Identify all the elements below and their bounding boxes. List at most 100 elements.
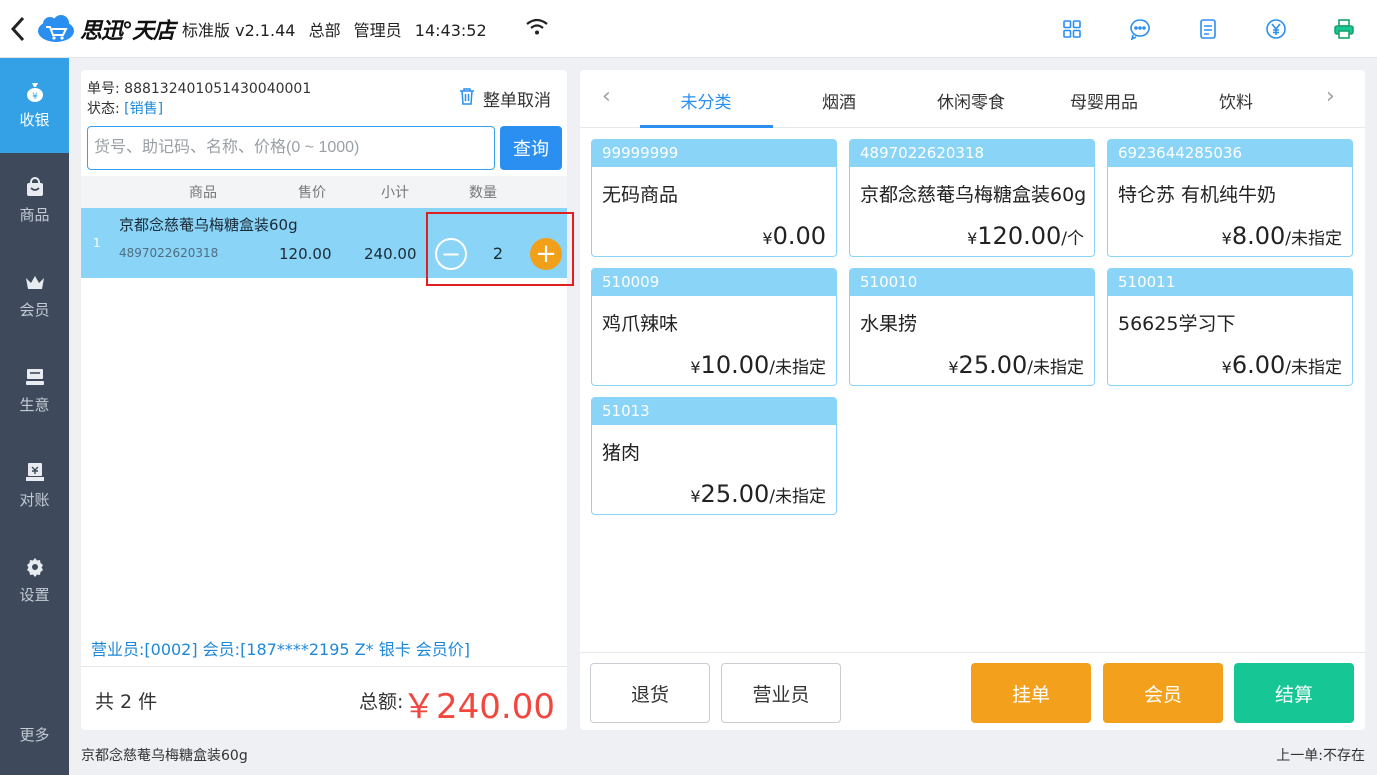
clock: 14:43:52 bbox=[414, 20, 487, 40]
search-row: 查询 bbox=[81, 126, 567, 170]
sidebar: ¥ 收银 商品 会员 生意 对账 设置 更多 bbox=[0, 58, 69, 775]
sidebar-item-members[interactable]: 会员 bbox=[0, 248, 69, 343]
product-price: ¥0.00 bbox=[762, 222, 826, 250]
sidebar-item-products[interactable]: 商品 bbox=[0, 153, 69, 248]
col-price: 售价 bbox=[298, 185, 326, 201]
yen-icon[interactable] bbox=[1265, 18, 1287, 40]
brand-name: 思迅°天店 bbox=[80, 18, 175, 44]
product-card[interactable]: 99999999 无码商品 ¥0.00 bbox=[591, 139, 837, 257]
total-amount: ￥240.00 bbox=[402, 687, 555, 727]
hold-order-button[interactable]: 挂单 bbox=[971, 663, 1091, 723]
member-button[interactable]: 会员 bbox=[1103, 663, 1223, 723]
role-label: 管理员 bbox=[353, 20, 402, 40]
product-price: ¥10.00/未指定 bbox=[690, 351, 826, 379]
product-code: 6923644285036 bbox=[1108, 140, 1352, 167]
wifi-icon bbox=[525, 18, 549, 40]
status-current-item: 京都念慈菴乌梅糖盒装60g bbox=[81, 748, 248, 764]
tab-snacks[interactable]: 休闲零食 bbox=[905, 88, 1037, 113]
sidebar-item-label: 对账 bbox=[19, 491, 50, 509]
sidebar-more[interactable]: 更多 bbox=[0, 724, 69, 745]
product-name: 猪肉 bbox=[602, 442, 641, 464]
product-code: 510010 bbox=[850, 269, 1094, 296]
back-arrow-icon[interactable] bbox=[0, 0, 36, 58]
sidebar-item-label: 收银 bbox=[19, 111, 50, 129]
chat-icon[interactable] bbox=[1129, 18, 1151, 40]
order-number: 888132401051430040001 bbox=[124, 81, 312, 97]
minus-icon[interactable]: − bbox=[435, 238, 467, 270]
order-status-label: 状态: bbox=[87, 101, 120, 117]
order-number-label: 单号: bbox=[87, 81, 120, 97]
tab-drinks[interactable]: 饮料 bbox=[1170, 88, 1302, 113]
row-product-name: 京都念慈菴乌梅糖盒装60g bbox=[119, 216, 298, 234]
quantity-stepper: − 2 + bbox=[426, 212, 574, 286]
product-name: 水果捞 bbox=[860, 313, 918, 335]
product-code: 510011 bbox=[1108, 269, 1352, 296]
tab-baby-products[interactable]: 母婴用品 bbox=[1038, 88, 1170, 113]
staff-button[interactable]: 营业员 bbox=[721, 663, 841, 723]
status-last-order: 上一单:不存在 bbox=[1276, 748, 1365, 764]
product-price: ¥25.00/未指定 bbox=[948, 351, 1084, 379]
sidebar-item-reconcile[interactable]: 对账 bbox=[0, 438, 69, 533]
top-bar: 思迅°天店 标准版 v2.1.44 总部 管理员 14:43:52 bbox=[0, 0, 1377, 58]
checkout-button[interactable]: 结算 bbox=[1234, 663, 1354, 723]
store-label: 总部 bbox=[308, 20, 341, 40]
table-row[interactable]: 1 京都念慈菴乌梅糖盒装60g 4897022620318 120.00 240… bbox=[81, 208, 574, 286]
total-label: 总额: bbox=[359, 691, 404, 713]
cloud-cart-icon bbox=[36, 14, 76, 44]
product-name: 56625学习下 bbox=[1118, 313, 1236, 335]
grid-icon[interactable] bbox=[1061, 18, 1083, 40]
product-code: 4897022620318 bbox=[850, 140, 1094, 167]
order-header: 单号: 888132401051430040001 状态: [销售] 整单取消 bbox=[81, 70, 567, 126]
row-subtotal: 240.00 bbox=[364, 245, 417, 263]
cancel-order-label: 整单取消 bbox=[483, 91, 551, 111]
register-icon bbox=[24, 366, 46, 388]
order-status: [销售] bbox=[124, 101, 164, 117]
tabs-prev-icon[interactable]: ‹ bbox=[602, 84, 611, 109]
row-index: 1 bbox=[93, 236, 101, 250]
edition-label: 标准版 v2.1.44 bbox=[182, 20, 296, 40]
product-card[interactable]: 4897022620318 京都念慈菴乌梅糖盒装60g ¥120.00/个 bbox=[849, 139, 1095, 257]
product-price: ¥8.00/未指定 bbox=[1221, 222, 1342, 250]
active-tab-indicator bbox=[640, 125, 773, 128]
sidebar-item-label: 生意 bbox=[19, 396, 50, 414]
plus-icon[interactable]: + bbox=[530, 238, 562, 270]
product-card[interactable]: 6923644285036 特仑苏 有机纯牛奶 ¥8.00/未指定 bbox=[1107, 139, 1353, 257]
svg-text:¥: ¥ bbox=[32, 92, 38, 102]
product-panel: ‹ 未分类 烟酒 休闲零食 母婴用品 饮料 › 99999999 无码商品 ¥0… bbox=[580, 70, 1365, 730]
gear-icon bbox=[24, 556, 46, 578]
tabs-next-icon[interactable]: › bbox=[1326, 84, 1335, 109]
row-price: 120.00 bbox=[279, 245, 332, 263]
crown-icon bbox=[24, 271, 46, 293]
sidebar-item-business[interactable]: 生意 bbox=[0, 343, 69, 438]
product-card[interactable]: 510009 鸡爪辣味 ¥10.00/未指定 bbox=[591, 268, 837, 386]
sidebar-item-settings[interactable]: 设置 bbox=[0, 533, 69, 628]
document-icon[interactable] bbox=[1197, 18, 1219, 40]
product-code: 510009 bbox=[592, 269, 836, 296]
sidebar-item-label: 设置 bbox=[19, 586, 50, 604]
header-info: 标准版 v2.1.44 总部 管理员 14:43:52 bbox=[182, 17, 495, 41]
staff-member-info[interactable]: 营业员:[0002] 会员:[187****2195 Z* 银卡 会员价] bbox=[91, 636, 470, 660]
printer-icon[interactable] bbox=[1333, 18, 1355, 40]
trash-icon bbox=[459, 87, 475, 110]
return-button[interactable]: 退货 bbox=[590, 663, 710, 723]
tab-uncategorized[interactable]: 未分类 bbox=[640, 88, 772, 113]
product-name: 特仑苏 有机纯牛奶 bbox=[1118, 184, 1277, 206]
product-price: ¥6.00/未指定 bbox=[1221, 351, 1342, 379]
sidebar-item-cashier[interactable]: ¥ 收银 bbox=[0, 58, 69, 153]
row-product-code: 4897022620318 bbox=[119, 246, 219, 260]
product-name: 京都念慈菴乌梅糖盒装60g bbox=[860, 184, 1087, 206]
sidebar-item-label: 商品 bbox=[19, 206, 50, 224]
cancel-order-button[interactable]: 整单取消 bbox=[459, 86, 551, 111]
product-code: 51013 bbox=[592, 398, 836, 425]
product-card[interactable]: 51013 猪肉 ¥25.00/未指定 bbox=[591, 397, 837, 515]
product-card[interactable]: 510011 56625学习下 ¥6.00/未指定 bbox=[1107, 268, 1353, 386]
product-card[interactable]: 510010 水果捞 ¥25.00/未指定 bbox=[849, 268, 1095, 386]
product-price: ¥25.00/未指定 bbox=[690, 480, 826, 508]
search-button[interactable]: 查询 bbox=[500, 126, 562, 170]
product-code: 99999999 bbox=[592, 140, 836, 167]
order-table-header: 商品 售价 小计 数量 bbox=[81, 176, 567, 208]
reconcile-icon bbox=[24, 461, 46, 483]
tab-tobacco-alcohol[interactable]: 烟酒 bbox=[773, 88, 905, 113]
search-input[interactable] bbox=[87, 126, 495, 170]
col-product: 商品 bbox=[189, 185, 217, 201]
